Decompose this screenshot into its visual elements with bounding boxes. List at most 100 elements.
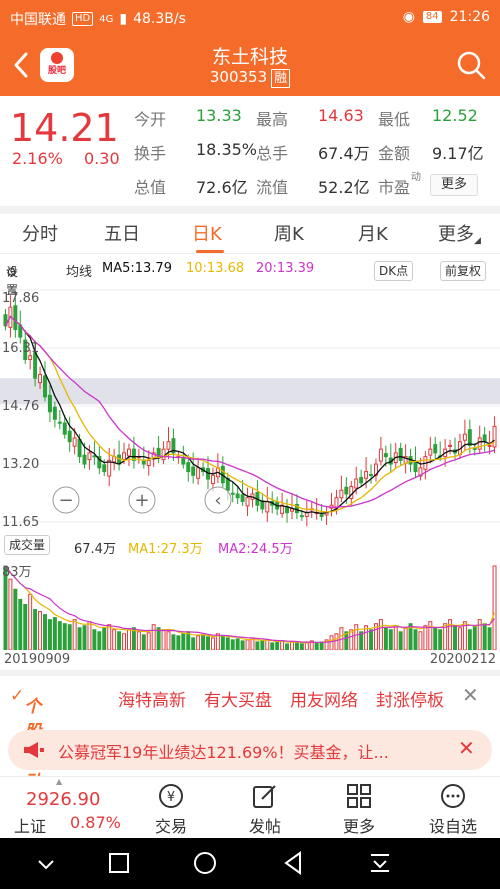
volume-bar bbox=[136, 631, 141, 650]
nav-label: 更多 bbox=[342, 817, 375, 836]
quote-sup: 动 bbox=[411, 172, 421, 183]
volume-bar bbox=[77, 627, 82, 650]
active-tab-indicator bbox=[196, 250, 224, 253]
nav-more[interactable]: 更多 bbox=[324, 781, 394, 837]
candle-body bbox=[290, 508, 294, 512]
dock-icon[interactable] bbox=[368, 851, 392, 875]
nav-post[interactable]: 发帖 bbox=[230, 781, 300, 837]
nav-trade[interactable]: ¥ 交易 bbox=[136, 781, 206, 837]
volume-bar bbox=[467, 629, 472, 650]
tab-more-label: 更多 bbox=[438, 224, 474, 245]
candle-body bbox=[181, 457, 186, 465]
volume-bar bbox=[141, 634, 146, 650]
more-quote-button[interactable]: 更多 bbox=[430, 174, 478, 196]
volume-bar bbox=[280, 640, 285, 650]
volume-chart[interactable]: 83万 bbox=[0, 560, 500, 650]
hd-badge: HD bbox=[72, 12, 94, 26]
zoom-out-button[interactable]: − bbox=[52, 486, 80, 514]
search-icon[interactable] bbox=[456, 50, 486, 80]
dk-point-button[interactable]: DK点 bbox=[374, 261, 414, 281]
home-icon[interactable] bbox=[192, 850, 218, 876]
alert-item[interactable]: 封涨停板 bbox=[376, 686, 444, 711]
nav-add-watchlist[interactable]: 设自选 bbox=[418, 781, 488, 837]
volume-bar bbox=[418, 631, 423, 650]
vol-max-label: 83万 bbox=[2, 565, 32, 580]
candle-body bbox=[38, 373, 43, 384]
nav-label: 交易 bbox=[154, 817, 187, 836]
volume-bar bbox=[13, 588, 18, 650]
index-pct: 0.87% bbox=[70, 813, 121, 832]
volume-bar bbox=[230, 639, 235, 650]
quote-label: 市盈 bbox=[378, 178, 411, 197]
volume-bar bbox=[220, 635, 225, 650]
tab-monthly-k[interactable]: 月K bbox=[358, 220, 388, 246]
chevron-down-icon[interactable] bbox=[36, 854, 56, 874]
quote-label: 总手 bbox=[256, 144, 289, 163]
date-axis: 20190909 20200212 bbox=[0, 652, 500, 670]
network-type: 4G bbox=[99, 13, 114, 25]
volume-bar bbox=[423, 625, 428, 650]
volume-bar bbox=[8, 578, 13, 650]
volume-bar bbox=[72, 619, 77, 650]
recent-apps-icon[interactable] bbox=[108, 852, 130, 874]
volume-bar bbox=[126, 629, 131, 650]
tab-more[interactable]: 更多◢ bbox=[438, 220, 481, 246]
volume-bar bbox=[290, 641, 294, 650]
alert-tag: ✓个股异动 bbox=[10, 686, 41, 792]
quote-label: 最低 bbox=[378, 110, 411, 129]
alert-item[interactable]: 海特高新 bbox=[118, 686, 186, 711]
zoom-in-button[interactable]: + bbox=[128, 486, 156, 514]
tab-five-day[interactable]: 五日 bbox=[104, 220, 140, 246]
volume-bar bbox=[38, 611, 43, 650]
volume-bar bbox=[107, 624, 112, 650]
button-glyph: ‹ bbox=[214, 490, 221, 511]
volume-indicator-button[interactable]: 成交量 bbox=[4, 535, 51, 555]
volume-bar bbox=[294, 642, 299, 650]
kline-chart[interactable]: 17.86 16.31 14.76 13.20 11.65 − + ‹ bbox=[0, 282, 500, 532]
index-ticker[interactable]: ▲ 2926.90 上证 0.87% bbox=[0, 777, 125, 839]
candle-body bbox=[62, 422, 67, 435]
alert-item[interactable]: 用友网络 bbox=[290, 686, 358, 711]
candle-body bbox=[462, 433, 467, 441]
volume-bar bbox=[388, 629, 393, 650]
y-tick-label: 14.76 bbox=[2, 399, 39, 414]
tab-weekly-k[interactable]: 周K bbox=[274, 220, 304, 246]
candle-body bbox=[235, 493, 240, 499]
candle-body bbox=[319, 513, 324, 517]
close-icon[interactable]: ✕ bbox=[462, 683, 479, 707]
eye-icon: ◉ bbox=[402, 9, 415, 25]
alert-item[interactable]: 有大买盘 bbox=[204, 686, 272, 711]
back-icon[interactable] bbox=[282, 851, 304, 875]
settings-button[interactable]: ⚙ 设置 bbox=[2, 258, 18, 297]
volume-bar bbox=[62, 623, 67, 650]
candle-body bbox=[369, 474, 374, 477]
volume-bar bbox=[393, 625, 398, 650]
volume-bar bbox=[206, 636, 210, 650]
ma10-line bbox=[4, 315, 495, 513]
app-header: 股吧 东土科技 300353 融 bbox=[0, 36, 500, 96]
volume-bar bbox=[28, 593, 33, 650]
candle-body bbox=[413, 460, 418, 473]
close-icon[interactable]: ✕ bbox=[458, 736, 475, 760]
promo-banner[interactable]: 公募冠军19年业绩达121.69%！买基金，让... ✕ bbox=[8, 730, 492, 770]
index-value: 2926.90 bbox=[26, 789, 101, 810]
tab-intraday[interactable]: 分时 bbox=[22, 220, 58, 246]
volume-bar bbox=[87, 621, 92, 650]
volume-legend-bar: 成交量 67.4万 MA1:27.3万 MA2:24.5万 bbox=[0, 534, 500, 558]
volume-bar bbox=[378, 619, 383, 650]
stock-alert-bar[interactable]: ✓个股异动 海特高新 有大买盘 用友网络 封涨停板 ✕ bbox=[0, 680, 500, 792]
candle-body bbox=[339, 489, 344, 499]
volume-bar bbox=[383, 627, 388, 650]
candle-body bbox=[82, 454, 87, 465]
volume-bar bbox=[487, 627, 492, 650]
ma20-value: 20:13.39 bbox=[256, 261, 315, 276]
tab-daily-k[interactable]: 日K bbox=[192, 220, 222, 246]
ma10-value: 10:13.68 bbox=[186, 261, 245, 276]
signal-icon: ▮ bbox=[119, 11, 128, 27]
forward-adjust-button[interactable]: 前复权 bbox=[440, 261, 487, 281]
volume-bar bbox=[102, 627, 107, 650]
volume-bar bbox=[97, 631, 102, 650]
volume-bar bbox=[334, 633, 339, 650]
candle-body bbox=[245, 497, 250, 507]
scroll-left-button[interactable]: ‹ bbox=[204, 486, 232, 514]
